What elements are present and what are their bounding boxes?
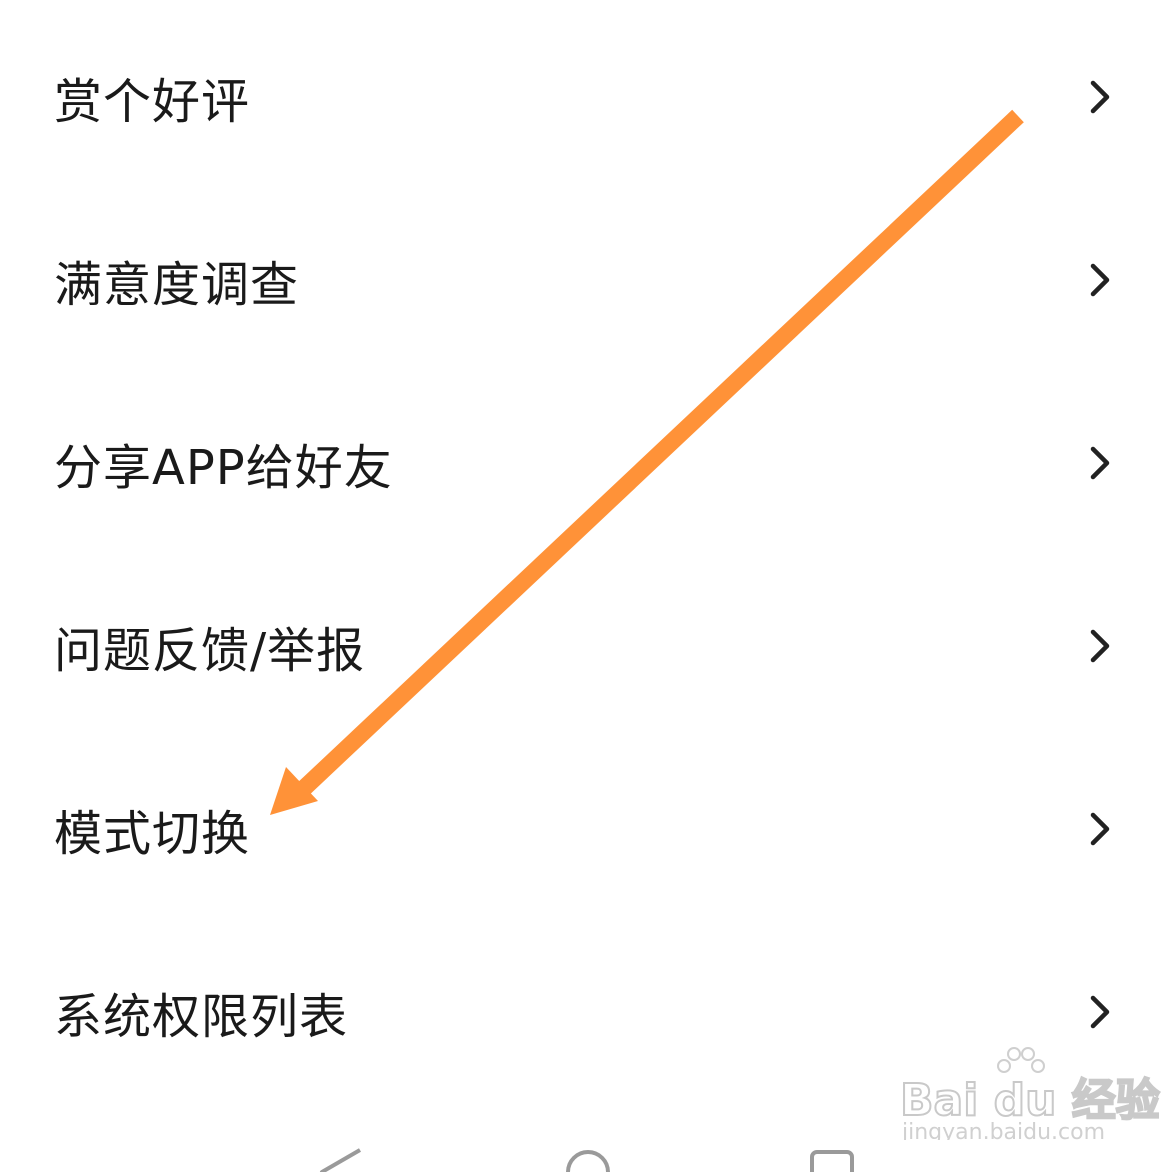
menu-item-label: 模式切换	[54, 805, 251, 862]
chevron-right-icon	[1090, 446, 1110, 479]
settings-screen: 赏个好评 满意度调查 分享APP给好友 问题反馈/举报 模式切换 系统权限列表 …	[0, 0, 1173, 1172]
menu-item-share-app[interactable]: 分享APP给好友	[0, 371, 1173, 554]
chevron-right-icon	[1090, 80, 1110, 113]
menu-item-survey[interactable]: 满意度调查	[0, 188, 1173, 371]
menu-item-rate[interactable]: 赏个好评	[0, 5, 1173, 188]
menu-item-label: 系统权限列表	[54, 988, 349, 1045]
menu-item-label: 赏个好评	[54, 73, 251, 130]
home-circle-icon[interactable]	[564, 1148, 612, 1172]
menu-item-permissions-list[interactable]: 系统权限列表	[0, 920, 1173, 1103]
chevron-right-icon	[1090, 629, 1110, 662]
chevron-right-icon	[1090, 812, 1110, 845]
chevron-right-icon	[1090, 263, 1110, 296]
chevron-right-icon	[1090, 995, 1110, 1028]
menu-item-label: 满意度调查	[54, 256, 300, 313]
menu-item-label: 分享APP给好友	[54, 439, 393, 496]
menu-item-feedback-report[interactable]: 问题反馈/举报	[0, 554, 1173, 737]
back-triangle-icon[interactable]	[318, 1148, 364, 1172]
menu-item-label: 问题反馈/举报	[54, 622, 366, 679]
recents-square-icon[interactable]	[808, 1148, 856, 1172]
system-navigation-bar	[0, 1140, 1173, 1172]
menu-item-mode-switch[interactable]: 模式切换	[0, 737, 1173, 920]
